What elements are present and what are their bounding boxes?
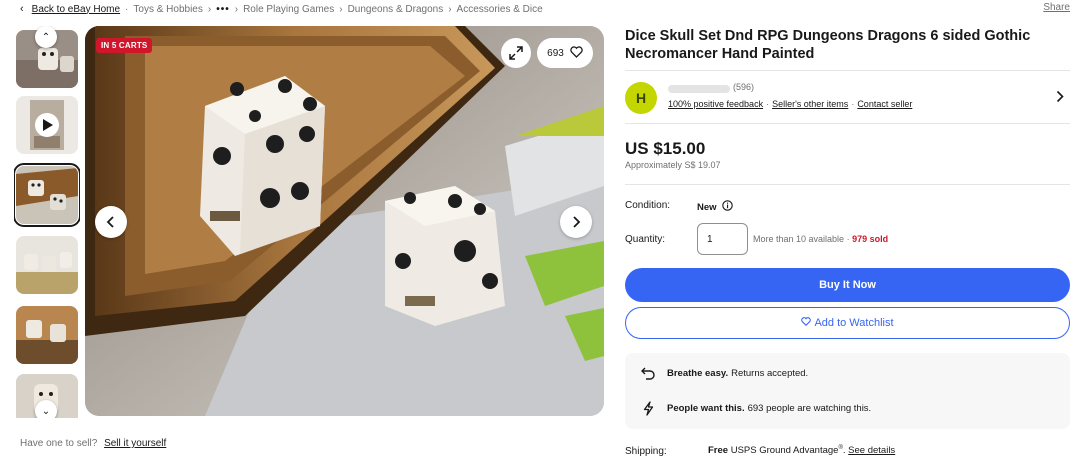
thumbnail-video[interactable] bbox=[16, 96, 78, 154]
thumbnail-3[interactable] bbox=[14, 163, 80, 227]
shipping-free: Free bbox=[708, 445, 729, 457]
link-separator: · bbox=[766, 99, 770, 109]
thumbnail-image bbox=[16, 166, 78, 224]
breadcrumb-separator: › bbox=[339, 3, 343, 15]
contact-seller-link[interactable]: Contact seller bbox=[857, 99, 912, 109]
registered-mark: ® bbox=[838, 445, 843, 451]
breadcrumb: ‹ Back to eBay Home · Toys & Hobbies › •… bbox=[20, 2, 543, 16]
chevron-right-icon[interactable] bbox=[1056, 90, 1064, 108]
highlight-watchers: People want this. 693 people are watchin… bbox=[639, 398, 871, 418]
condition-label: Condition: bbox=[625, 200, 671, 211]
condition-text: New bbox=[697, 201, 717, 213]
breadcrumb-separator: › bbox=[234, 3, 239, 15]
expand-icon[interactable] bbox=[501, 38, 531, 68]
seller-feedback-count: (596) bbox=[733, 82, 755, 92]
condition-value: New bbox=[697, 200, 733, 214]
sell-prompt: Have one to sell? Sell it yourself bbox=[20, 438, 166, 449]
sell-it-yourself-link[interactable]: Sell it yourself bbox=[104, 438, 166, 449]
sold-count: 979 sold bbox=[852, 234, 889, 244]
seller-name-redacted bbox=[668, 85, 730, 93]
lightning-icon bbox=[639, 400, 657, 416]
info-icon[interactable] bbox=[721, 200, 733, 214]
highlight-returns: Breathe easy. Returns accepted. bbox=[639, 363, 808, 383]
product-photo bbox=[85, 26, 604, 416]
chevron-left-icon[interactable]: ‹ bbox=[20, 3, 24, 15]
available-text: More than 10 available bbox=[753, 234, 845, 244]
chevron-right-icon bbox=[573, 216, 581, 228]
chevron-down-icon[interactable]: ⌄ bbox=[35, 400, 57, 418]
divider bbox=[625, 184, 1070, 185]
breadcrumb-item-toys-hobbies[interactable]: Toys & Hobbies bbox=[133, 4, 202, 15]
watchlist-label: Add to Watchlist bbox=[814, 317, 894, 329]
seller-info[interactable]: H (596) 100% positive feedback · Seller's … bbox=[625, 82, 1070, 114]
shipping-service: USPS Ground Advantage bbox=[730, 445, 839, 457]
share-link[interactable]: Share bbox=[1043, 2, 1070, 13]
approximate-price: Approximately S$ 19.07 bbox=[625, 160, 721, 170]
highlights-box: Breathe easy. Returns accepted. People w… bbox=[625, 353, 1070, 429]
chevron-up-icon[interactable]: ⌃ bbox=[35, 26, 57, 48]
play-icon bbox=[35, 113, 59, 137]
availability: More than 10 available · 979 sold bbox=[753, 234, 888, 244]
breadcrumb-item-dungeons-dragons[interactable]: Dungeons & Dragons bbox=[348, 4, 444, 15]
listing-title: Dice Skull Set Dnd RPG Dungeons Dragons … bbox=[625, 28, 1031, 62]
breadcrumb-item-role-playing-games[interactable]: Role Playing Games bbox=[243, 4, 334, 15]
heart-icon bbox=[570, 45, 583, 61]
thumbnail-image bbox=[16, 236, 78, 294]
see-details-link[interactable]: See details bbox=[848, 445, 895, 456]
quantity-input[interactable] bbox=[697, 223, 748, 255]
shipping-label: Shipping: bbox=[625, 446, 667, 457]
highlight-text: 693 people are watching this. bbox=[747, 402, 872, 414]
link-separator: · bbox=[851, 99, 855, 109]
buy-it-now-button[interactable]: Buy It Now bbox=[625, 268, 1070, 302]
positive-feedback-link[interactable]: 100% positive feedback bbox=[668, 99, 763, 109]
highlight-bold: People want this. bbox=[667, 402, 745, 414]
highlight-text: Returns accepted. bbox=[731, 367, 809, 379]
divider bbox=[625, 70, 1070, 71]
highlight-bold: Breathe easy. bbox=[667, 367, 729, 379]
watch-count-button[interactable]: 693 bbox=[537, 38, 593, 68]
next-image-button[interactable] bbox=[560, 206, 592, 238]
previous-image-button[interactable] bbox=[95, 206, 127, 238]
breadcrumb-ellipsis[interactable]: ••• bbox=[216, 4, 230, 15]
seller-links: 100% positive feedback · Seller's other it… bbox=[668, 99, 912, 109]
thumbnail-5[interactable] bbox=[16, 306, 78, 364]
add-to-watchlist-button[interactable]: Add to Watchlist bbox=[625, 307, 1070, 339]
price: US $15.00 bbox=[625, 139, 706, 158]
main-product-image[interactable]: IN 5 CARTS 693 bbox=[85, 26, 604, 416]
heart-icon bbox=[801, 317, 812, 329]
sell-prompt-text: Have one to sell? bbox=[20, 438, 98, 449]
watch-count: 693 bbox=[547, 47, 564, 59]
breadcrumb-separator: › bbox=[207, 3, 212, 15]
thumbnail-image bbox=[16, 306, 78, 364]
thumbnail-strip: ⌃ ⌄ bbox=[14, 26, 80, 418]
shipping-value: Free USPS Ground Advantage®. See details bbox=[708, 445, 896, 457]
breadcrumb-separator: · bbox=[125, 3, 129, 15]
chevron-left-icon bbox=[106, 216, 114, 228]
seller-avatar: H bbox=[625, 82, 657, 114]
breadcrumb-separator: › bbox=[448, 3, 452, 15]
quantity-label: Quantity: bbox=[625, 234, 666, 245]
sellers-other-items-link[interactable]: Seller's other items bbox=[772, 99, 848, 109]
breadcrumb-item-accessories-dice[interactable]: Accessories & Dice bbox=[457, 4, 543, 15]
thumbnail-4[interactable] bbox=[16, 236, 78, 294]
in-carts-badge: IN 5 CARTS bbox=[96, 38, 153, 53]
availability-separator: · bbox=[844, 234, 853, 244]
back-to-home-link[interactable]: Back to eBay Home bbox=[32, 4, 120, 15]
divider bbox=[625, 123, 1070, 124]
return-arrow-icon bbox=[639, 367, 657, 380]
